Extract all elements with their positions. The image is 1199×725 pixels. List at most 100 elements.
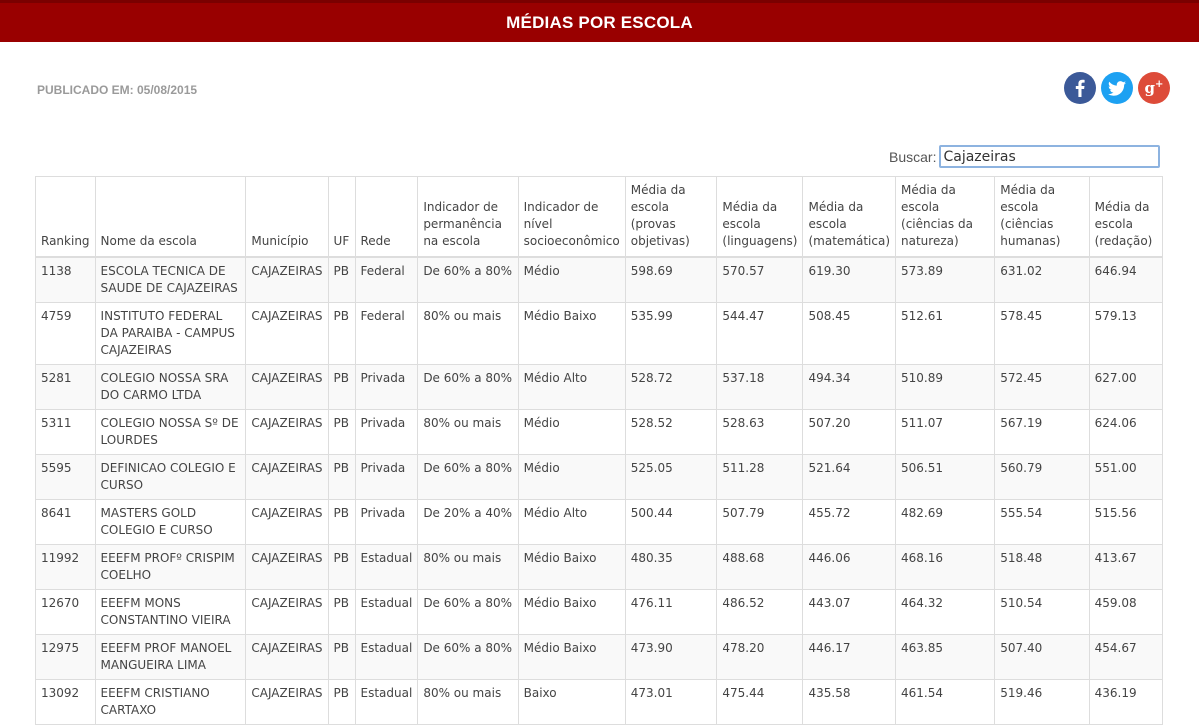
table-row: 12975 EEEFM PROF MANOEL MANGUEIRA LIMA CAJ… (35, 633, 1164, 680)
table-row: 11992 EEEFM PROFº CRISPIM COELHO CAJAZEIRA… (35, 543, 1164, 590)
table-cell: De 60% a 80% (417, 453, 519, 500)
table-cell: 468.16 (895, 543, 996, 590)
table-cell: PB (327, 256, 356, 303)
table-cell: 555.54 (994, 498, 1090, 545)
table-cell: 646.94 (1088, 256, 1164, 303)
table-cell: Federal (354, 301, 419, 365)
table-cell: CAJAZEIRAS (245, 256, 329, 303)
column-header[interactable]: Média da escola (redação) (1088, 176, 1164, 258)
table-cell: Estadual (354, 678, 419, 725)
schools-table: Ranking Nome da escola Município UF Rede Indi… (35, 176, 1164, 725)
table-cell: 476.11 (624, 588, 718, 635)
table-cell: Estadual (354, 588, 419, 635)
table-header-row: Ranking Nome da escola Município UF Rede Indi… (35, 176, 1164, 258)
table-cell: EEEFM PROFº CRISPIM COELHO (94, 543, 247, 590)
table-cell: De 60% a 80% (417, 363, 519, 410)
table-cell: CAJAZEIRAS (245, 678, 329, 725)
table-cell: 507.79 (716, 498, 804, 545)
table-cell: 507.40 (994, 633, 1090, 680)
table-cell: 560.79 (994, 453, 1090, 500)
table-cell: 455.72 (802, 498, 897, 545)
table-cell: 482.69 (895, 498, 996, 545)
search-input[interactable] (939, 145, 1161, 168)
column-header[interactable]: UF (327, 176, 356, 258)
table-cell: PB (327, 301, 356, 365)
table-cell: 515.56 (1088, 498, 1164, 545)
facebook-share-button[interactable] (1064, 72, 1096, 104)
table-cell: 506.51 (895, 453, 996, 500)
table-cell: 519.46 (994, 678, 1090, 725)
table-cell: Médio Alto (517, 498, 626, 545)
table-cell: 8641 (35, 498, 96, 545)
column-header[interactable]: Média da escola (matemática) (802, 176, 897, 258)
table-cell: EEEFM MONS CONSTANTINO VIEIRA (94, 588, 247, 635)
table-row: 5311 COLEGIO NOSSA Sº DE LOURDES CAJAZEIRA… (35, 408, 1164, 455)
twitter-share-button[interactable] (1101, 72, 1133, 104)
table-cell: INSTITUTO FEDERAL DA PARAIBA - CAMPUS CA… (94, 301, 247, 365)
column-header[interactable]: Rede (354, 176, 419, 258)
facebook-icon (1075, 79, 1085, 97)
table-cell: Privada (354, 498, 419, 545)
table-cell: 528.72 (624, 363, 718, 410)
column-header[interactable]: Indicador de permanência na escola (417, 176, 519, 258)
table-cell: Médio (517, 256, 626, 303)
table-cell: 475.44 (716, 678, 804, 725)
table-cell: 572.45 (994, 363, 1090, 410)
table-cell: PB (327, 543, 356, 590)
table-cell: 473.01 (624, 678, 718, 725)
table-cell: DEFINICAO COLEGIO E CURSO (94, 453, 247, 500)
table-cell: 464.32 (895, 588, 996, 635)
column-header[interactable]: Município (245, 176, 329, 258)
table-cell: 12975 (35, 633, 96, 680)
table-cell: 5311 (35, 408, 96, 455)
table-cell: 459.08 (1088, 588, 1164, 635)
table-cell: 463.85 (895, 633, 996, 680)
table-cell: 525.05 (624, 453, 718, 500)
column-header[interactable]: Média da escola (linguagens) (716, 176, 804, 258)
table-cell: PB (327, 363, 356, 410)
table-row: 12670 EEEFM MONS CONSTANTINO VIEIRA CAJAZE… (35, 588, 1164, 635)
table-cell: 478.20 (716, 633, 804, 680)
social-share: g+ (1064, 72, 1170, 104)
table-cell: PB (327, 498, 356, 545)
page-title: MÉDIAS POR ESCOLA (506, 12, 693, 32)
table-cell: Baixo (517, 678, 626, 725)
table-cell: 80% ou mais (417, 543, 519, 590)
table-cell: 551.00 (1088, 453, 1164, 500)
google-plus-share-button[interactable]: g+ (1138, 72, 1170, 104)
table-cell: 1138 (35, 256, 96, 303)
table-cell: 4759 (35, 301, 96, 365)
table-cell: 578.45 (994, 301, 1090, 365)
table-cell: CAJAZEIRAS (245, 363, 329, 410)
table-cell: 494.34 (802, 363, 897, 410)
column-header[interactable]: Indicador de nível socioeconômico (517, 176, 626, 258)
table-cell: Médio (517, 453, 626, 500)
table-row: 5281 COLEGIO NOSSA SRA DO CARMO LTDA CAJAZ… (35, 363, 1164, 410)
table-cell: 80% ou mais (417, 678, 519, 725)
column-header[interactable]: Média da escola (ciências humanas) (994, 176, 1090, 258)
table-cell: 5595 (35, 453, 96, 500)
table-cell: Estadual (354, 543, 419, 590)
table-cell: 5281 (35, 363, 96, 410)
column-header[interactable]: Média da escola (provas objetivas) (624, 176, 718, 258)
table-cell: CAJAZEIRAS (245, 543, 329, 590)
table-cell: EEEFM CRISTIANO CARTAXO (94, 678, 247, 725)
search-box: Buscar: (889, 145, 1161, 168)
table-cell: Médio Baixo (517, 543, 626, 590)
table-cell: 511.28 (716, 453, 804, 500)
table-row: 13092 EEEFM CRISTIANO CARTAXO CAJAZEIRAS PB… (35, 678, 1164, 725)
search-label: Buscar: (889, 148, 937, 165)
table-cell: 573.89 (895, 256, 996, 303)
table-row: 5595 DEFINICAO COLEGIO E CURSO CAJAZEIRAS P… (35, 453, 1164, 500)
table-cell: PB (327, 453, 356, 500)
table-cell: 413.67 (1088, 543, 1164, 590)
table-cell: 486.52 (716, 588, 804, 635)
google-plus-icon: g+ (1144, 79, 1164, 97)
column-header[interactable]: Ranking (35, 176, 96, 258)
table-cell: PB (327, 588, 356, 635)
table-cell: Médio Baixo (517, 588, 626, 635)
column-header[interactable]: Nome da escola (94, 176, 247, 258)
column-header[interactable]: Média da escola (ciências da natureza) (895, 176, 996, 258)
table-cell: Médio (517, 408, 626, 455)
table-row: 8641 MASTERS GOLD COLEGIO E CURSO CAJAZEIR… (35, 498, 1164, 545)
